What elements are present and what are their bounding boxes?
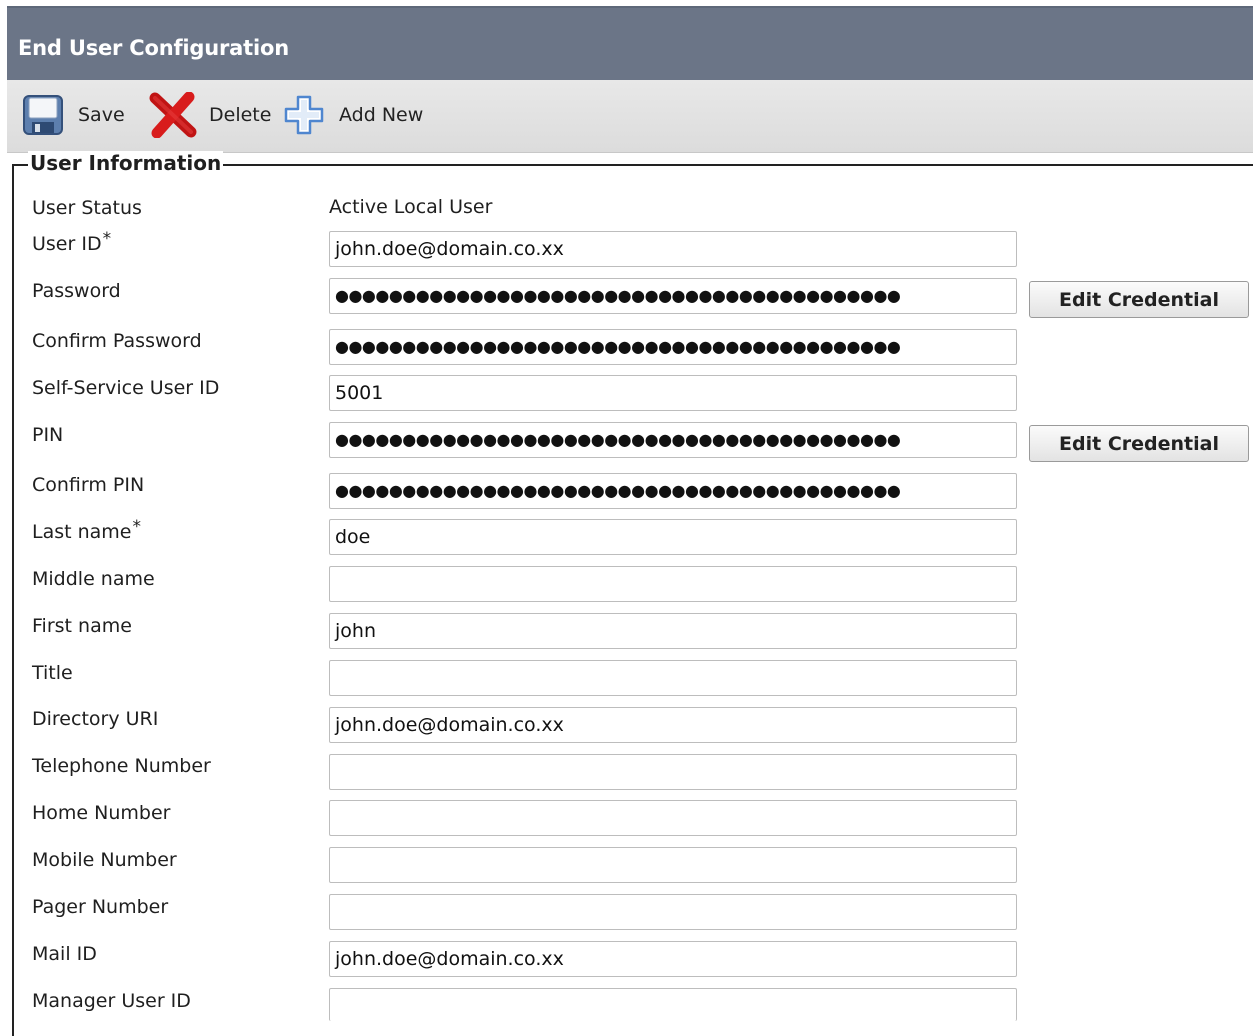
user-status-value: Active Local User <box>329 196 493 218</box>
user-id-label-text: User ID <box>32 233 102 255</box>
user-id-field[interactable]: john.doe@domain.co.xx <box>329 231 1017 267</box>
directory-uri-label: Directory URI <box>32 708 159 730</box>
floppy-disk-icon <box>22 94 64 136</box>
manager-user-id-label: Manager User ID <box>32 990 191 1012</box>
confirm-password-field[interactable]: ●●●●●●●●●●●●●●●●●●●●●●●●●●●●●●●●●●●●●●●●… <box>329 329 1017 365</box>
page-header: End User Configuration <box>7 6 1253 80</box>
first-name-field[interactable]: john <box>329 613 1017 649</box>
pager-number-field[interactable] <box>329 894 1017 930</box>
telephone-number-label: Telephone Number <box>32 755 211 777</box>
password-field[interactable]: ●●●●●●●●●●●●●●●●●●●●●●●●●●●●●●●●●●●●●●●●… <box>329 278 1017 314</box>
last-name-label: Last name* <box>32 517 141 543</box>
directory-uri-field[interactable]: john.doe@domain.co.xx <box>329 707 1017 743</box>
user-status-label: User Status <box>32 197 142 219</box>
user-id-label: User ID* <box>32 229 111 255</box>
self-service-user-id-label: Self-Service User ID <box>32 377 220 399</box>
add-new-button[interactable]: Add New <box>283 94 423 136</box>
password-label: Password <box>32 280 121 302</box>
confirm-password-label: Confirm Password <box>32 330 202 352</box>
home-number-field[interactable] <box>329 800 1017 836</box>
edit-credential-password-button[interactable]: Edit Credential <box>1029 281 1249 318</box>
middle-name-label: Middle name <box>32 568 155 590</box>
mail-id-label: Mail ID <box>32 943 97 965</box>
telephone-number-field[interactable] <box>329 754 1017 790</box>
required-marker: * <box>102 229 112 249</box>
confirm-pin-label: Confirm PIN <box>32 474 145 496</box>
save-label: Save <box>78 104 125 126</box>
title-field[interactable] <box>329 660 1017 696</box>
delete-label: Delete <box>209 104 272 126</box>
first-name-label: First name <box>32 615 132 637</box>
self-service-user-id-field[interactable]: 5001 <box>329 375 1017 411</box>
pin-field[interactable]: ●●●●●●●●●●●●●●●●●●●●●●●●●●●●●●●●●●●●●●●●… <box>329 422 1017 458</box>
plus-icon <box>283 94 325 136</box>
edit-credential-pin-button[interactable]: Edit Credential <box>1029 425 1249 462</box>
mail-id-field[interactable]: john.doe@domain.co.xx <box>329 941 1017 977</box>
toolbar: Save Delete Add New <box>7 80 1253 153</box>
title-label: Title <box>32 662 73 684</box>
middle-name-field[interactable] <box>329 566 1017 602</box>
home-number-label: Home Number <box>32 802 171 824</box>
pin-label: PIN <box>32 424 64 446</box>
save-button[interactable]: Save <box>22 94 125 136</box>
mobile-number-field[interactable] <box>329 847 1017 883</box>
mobile-number-label: Mobile Number <box>32 849 177 871</box>
red-x-icon <box>149 91 197 139</box>
required-marker: * <box>132 517 142 537</box>
last-name-label-text: Last name <box>32 521 132 543</box>
section-title: User Information <box>28 151 224 175</box>
page-title: End User Configuration <box>18 36 289 60</box>
delete-button[interactable]: Delete <box>149 91 272 139</box>
pager-number-label: Pager Number <box>32 896 169 918</box>
last-name-field[interactable]: doe <box>329 519 1017 555</box>
add-new-label: Add New <box>339 104 424 126</box>
manager-user-id-field[interactable] <box>329 988 1017 1021</box>
confirm-pin-field[interactable]: ●●●●●●●●●●●●●●●●●●●●●●●●●●●●●●●●●●●●●●●●… <box>329 473 1017 509</box>
